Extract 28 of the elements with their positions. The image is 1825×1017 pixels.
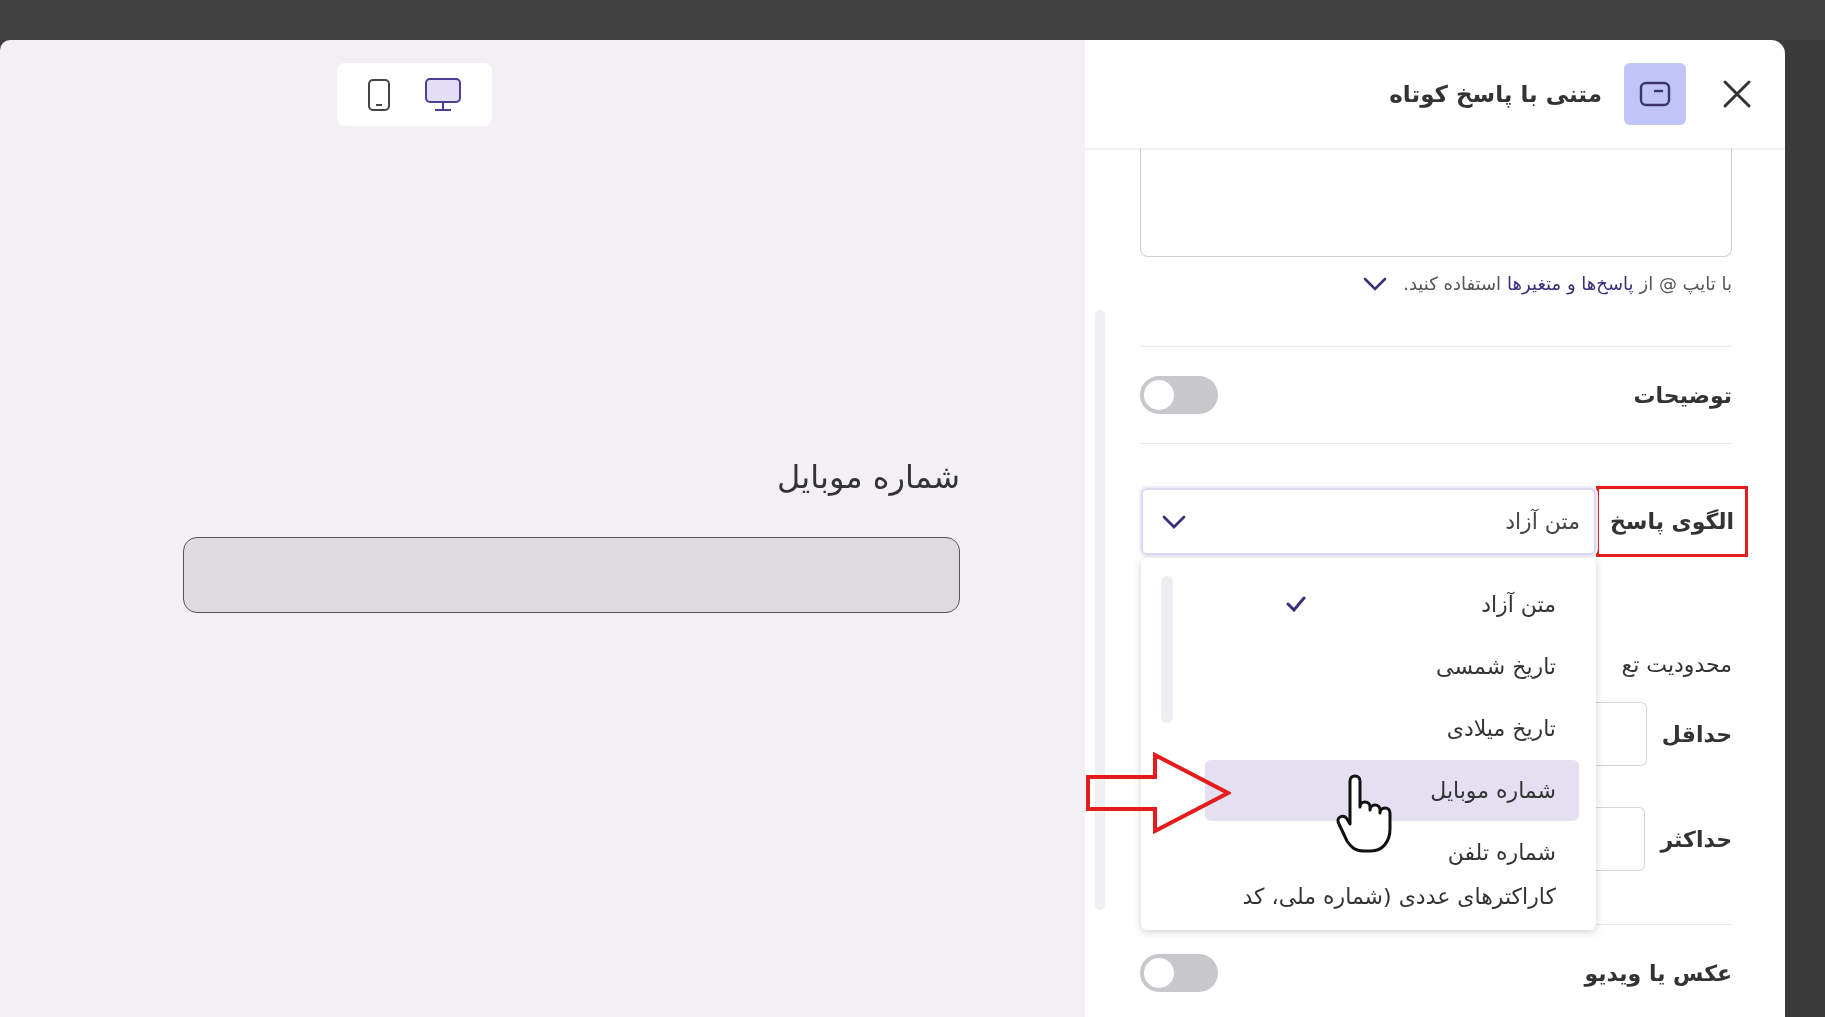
field-label: حداقل [1661, 721, 1732, 747]
scrollbar[interactable] [1095, 310, 1105, 910]
answer-field[interactable] [183, 537, 960, 613]
dropdown-option[interactable]: تاریخ میلادی [1205, 698, 1579, 759]
dropdown-option[interactable]: شماره تلفن [1205, 822, 1579, 883]
setting-label: الگوی پاسخ [1596, 486, 1748, 557]
question-text-field[interactable] [1140, 148, 1732, 257]
setting-label: محدودیت تع [1621, 652, 1732, 677]
variables-link[interactable]: پاسخ‌ها و متغیرها [1507, 273, 1634, 294]
setting-label: توضیحات [1633, 382, 1732, 408]
dropdown-option[interactable]: تاریخ شمسی [1205, 636, 1579, 697]
hint-text: استفاده کنید. [1403, 273, 1502, 294]
dropdown-option[interactable]: متن آزاد [1205, 574, 1579, 635]
panel-title: متنی با پاسخ کوتاه [1389, 81, 1602, 107]
hint-text: با تایپ @ از [1639, 273, 1732, 294]
text-field-icon [1624, 63, 1686, 125]
dropdown-option[interactable]: کاراکترهای عددی (شماره ملی، کد [1141, 884, 1579, 929]
setting-label: عکس یا ویدیو [1584, 960, 1732, 986]
chevron-down-icon[interactable] [1363, 276, 1388, 291]
toggle-switch[interactable] [1140, 954, 1218, 992]
field-label: حداکثر [1660, 826, 1732, 852]
monitor-icon[interactable] [423, 76, 462, 113]
question-title: شماره موبایل [776, 458, 960, 496]
chevron-down-icon [1161, 513, 1187, 530]
pattern-dropdown[interactable]: متن آزاد [1141, 488, 1596, 555]
close-icon[interactable] [1722, 79, 1752, 109]
toggle-switch[interactable] [1140, 376, 1218, 414]
phone-icon[interactable] [367, 77, 392, 112]
